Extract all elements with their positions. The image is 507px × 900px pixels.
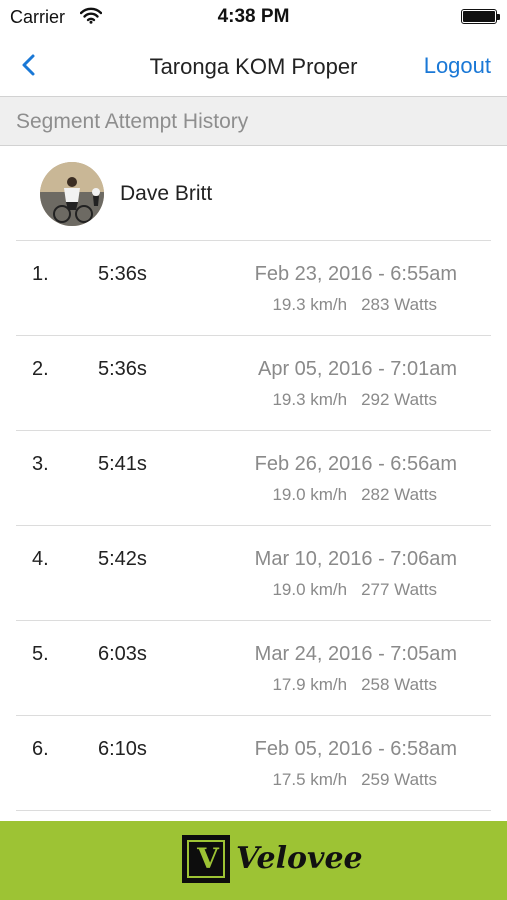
attempt-power: 258 Watts <box>361 675 437 694</box>
attempt-stats: 19.3 km/h 292 Watts <box>272 390 437 410</box>
profile-name: Dave Britt <box>120 182 213 205</box>
section-header-label: Segment Attempt History <box>16 110 249 133</box>
attempt-stats: 19.3 km/h 283 Watts <box>272 295 437 315</box>
attempt-power: 277 Watts <box>361 580 437 599</box>
attempt-date: Feb 26, 2016 - 6:56am <box>254 453 457 475</box>
avatar <box>40 162 104 226</box>
list-item[interactable]: 2. 5:36s Apr 05, 2016 - 7:01am 19.3 km/h… <box>0 336 507 431</box>
attempt-power: 292 Watts <box>361 390 437 409</box>
navigation-bar: Taronga KOM Proper Logout <box>0 36 507 96</box>
attempt-time: 5:41s <box>98 453 147 475</box>
clock: 4:38 PM <box>217 6 290 27</box>
list-item[interactable]: 5. 6:03s Mar 24, 2016 - 7:05am 17.9 km/h… <box>0 621 507 716</box>
attempt-date: Feb 23, 2016 - 6:55am <box>254 263 457 285</box>
attempt-power: 282 Watts <box>361 485 437 504</box>
attempt-speed: 19.3 km/h <box>272 390 348 409</box>
list-item[interactable]: 4. 5:42s Mar 10, 2016 - 7:06am 19.0 km/h… <box>0 526 507 621</box>
attempt-list: 1. 5:36s Feb 23, 2016 - 6:55am 19.3 km/h… <box>0 241 507 811</box>
attempt-date: Apr 05, 2016 - 7:01am <box>257 358 457 380</box>
attempt-rank: 2. <box>32 358 49 380</box>
attempt-date: Mar 24, 2016 - 7:05am <box>254 643 457 665</box>
brand-name: Velovee <box>236 841 363 876</box>
logout-button[interactable]: Logout <box>424 53 491 79</box>
attempt-rank: 5. <box>32 643 49 665</box>
attempt-stats: 17.9 km/h 258 Watts <box>272 675 437 695</box>
attempt-time: 5:36s <box>98 358 147 380</box>
section-header: Segment Attempt History <box>0 96 507 146</box>
attempt-time: 5:42s <box>98 548 147 570</box>
attempt-time: 6:03s <box>98 643 147 665</box>
back-button[interactable] <box>14 50 44 80</box>
attempt-rank: 3. <box>32 453 49 475</box>
attempt-stats: 19.0 km/h 277 Watts <box>272 580 437 600</box>
attempt-time: 6:10s <box>98 738 147 760</box>
list-item[interactable]: 3. 5:41s Feb 26, 2016 - 6:56am 19.0 km/h… <box>0 431 507 526</box>
attempt-stats: 17.5 km/h 259 Watts <box>272 770 437 790</box>
chevron-left-icon <box>22 54 35 76</box>
attempt-speed: 19.3 km/h <box>272 295 348 314</box>
attempt-speed: 19.0 km/h <box>272 580 348 599</box>
attempt-date: Mar 10, 2016 - 7:06am <box>254 548 457 570</box>
logo-letter: V <box>197 842 219 875</box>
attempt-power: 283 Watts <box>361 295 437 314</box>
attempt-power: 259 Watts <box>361 770 437 789</box>
attempt-rank: 4. <box>32 548 49 570</box>
attempt-stats: 19.0 km/h 282 Watts <box>272 485 437 505</box>
attempt-rank: 6. <box>32 738 49 760</box>
attempt-time: 5:36s <box>98 263 147 285</box>
attempt-speed: 17.5 km/h <box>272 770 348 789</box>
footer-brand-bar: V Velovee <box>0 821 507 900</box>
battery-icon <box>461 9 500 24</box>
status-bar: Carrier 4:38 PM <box>0 0 507 36</box>
list-item[interactable]: 1. 5:36s Feb 23, 2016 - 6:55am 19.3 km/h… <box>0 241 507 336</box>
attempt-speed: 19.0 km/h <box>272 485 348 504</box>
attempt-date: Feb 05, 2016 - 6:58am <box>254 738 457 760</box>
attempt-speed: 17.9 km/h <box>272 675 348 694</box>
list-item[interactable]: 6. 6:10s Feb 05, 2016 - 6:58am 17.5 km/h… <box>0 716 507 811</box>
profile-row: Dave Britt <box>0 146 507 241</box>
velovee-logo: V <box>182 835 230 883</box>
attempt-rank: 1. <box>32 263 49 285</box>
